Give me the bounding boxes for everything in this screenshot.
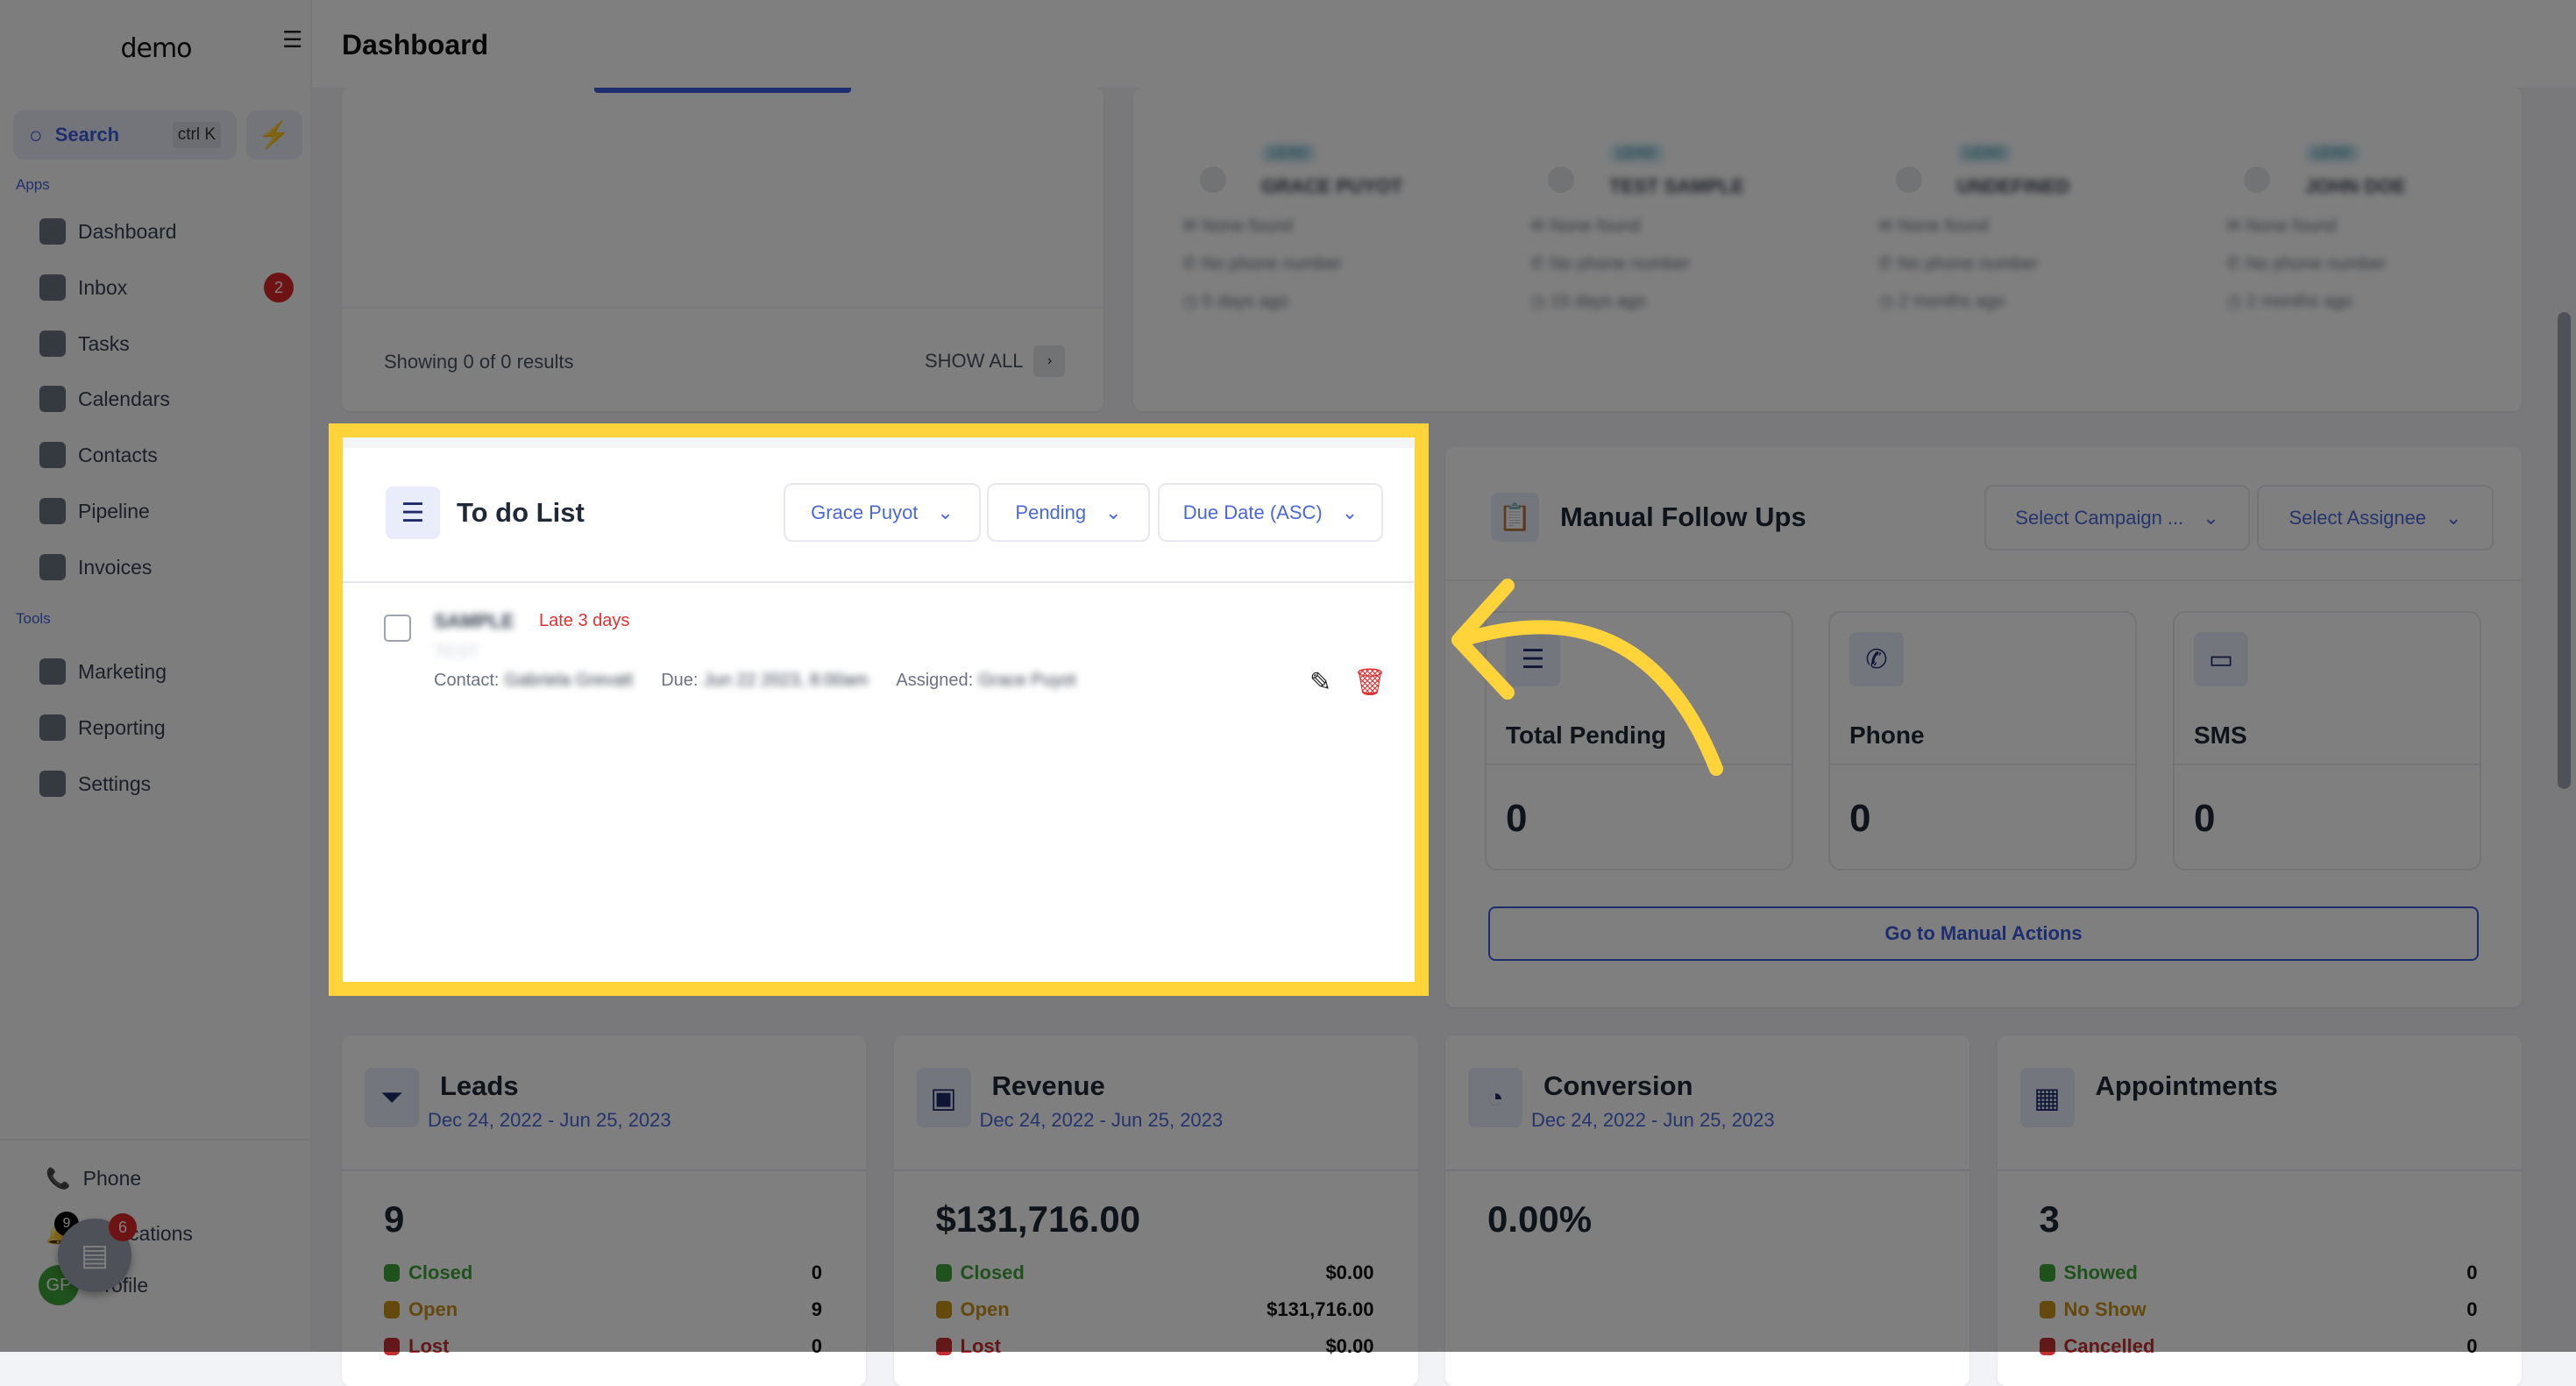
annotation-arrow xyxy=(1451,579,1723,776)
